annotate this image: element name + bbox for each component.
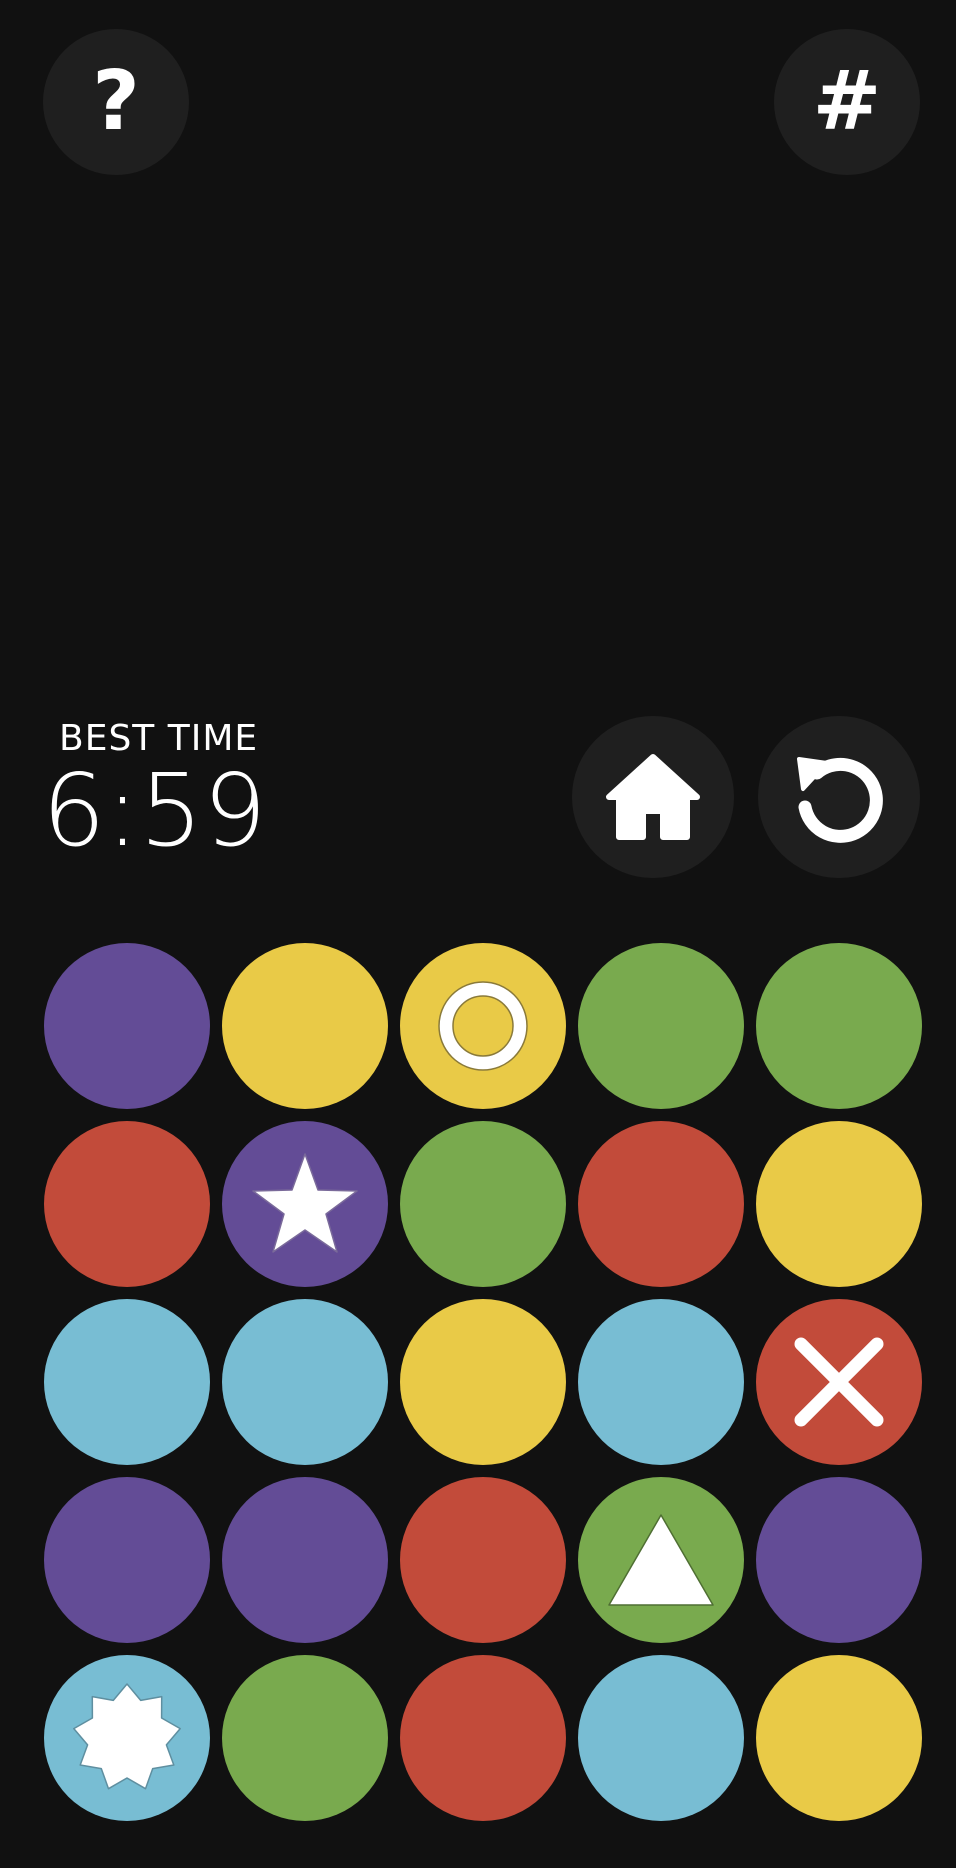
help-button[interactable]: ? bbox=[43, 29, 189, 175]
board-cell-1-4[interactable] bbox=[578, 943, 744, 1109]
board-cell-2-2[interactable] bbox=[222, 1121, 388, 1287]
best-time-value: 6:59 bbox=[42, 752, 267, 869]
game-board bbox=[44, 943, 922, 1827]
grid-size-button[interactable]: # bbox=[774, 29, 920, 175]
board-cell-3-3[interactable] bbox=[400, 1299, 566, 1465]
board-cell-1-3[interactable] bbox=[400, 943, 566, 1109]
board-cell-3-1[interactable] bbox=[44, 1299, 210, 1465]
board-cell-4-1[interactable] bbox=[44, 1477, 210, 1643]
board-cell-1-5[interactable] bbox=[756, 943, 922, 1109]
board-cell-5-1[interactable] bbox=[44, 1655, 210, 1821]
board-cell-4-2[interactable] bbox=[222, 1477, 388, 1643]
board-cell-3-5[interactable] bbox=[756, 1299, 922, 1465]
triangle-icon bbox=[605, 1511, 717, 1609]
restart-icon bbox=[797, 757, 883, 843]
board-cell-2-5[interactable] bbox=[756, 1121, 922, 1287]
cross-icon bbox=[791, 1334, 887, 1430]
restart-button[interactable] bbox=[758, 716, 920, 878]
home-icon bbox=[606, 754, 700, 840]
board-cell-5-3[interactable] bbox=[400, 1655, 566, 1821]
board-cell-2-4[interactable] bbox=[578, 1121, 744, 1287]
board-cell-1-2[interactable] bbox=[222, 943, 388, 1109]
board-cell-5-5[interactable] bbox=[756, 1655, 922, 1821]
board-cell-3-2[interactable] bbox=[222, 1299, 388, 1465]
board-cell-4-5[interactable] bbox=[756, 1477, 922, 1643]
home-button[interactable] bbox=[572, 716, 734, 878]
board-cell-5-4[interactable] bbox=[578, 1655, 744, 1821]
question-mark-icon: ? bbox=[92, 54, 140, 149]
ring-icon bbox=[428, 971, 538, 1081]
burst-icon bbox=[71, 1682, 183, 1794]
board-cell-3-4[interactable] bbox=[578, 1299, 744, 1465]
board-cell-1-1[interactable] bbox=[44, 943, 210, 1109]
hash-icon: # bbox=[812, 54, 882, 149]
board-cell-2-1[interactable] bbox=[44, 1121, 210, 1287]
board-cell-4-3[interactable] bbox=[400, 1477, 566, 1643]
board-cell-2-3[interactable] bbox=[400, 1121, 566, 1287]
board-cell-4-4[interactable] bbox=[578, 1477, 744, 1643]
star-icon bbox=[249, 1150, 361, 1258]
board-cell-5-2[interactable] bbox=[222, 1655, 388, 1821]
